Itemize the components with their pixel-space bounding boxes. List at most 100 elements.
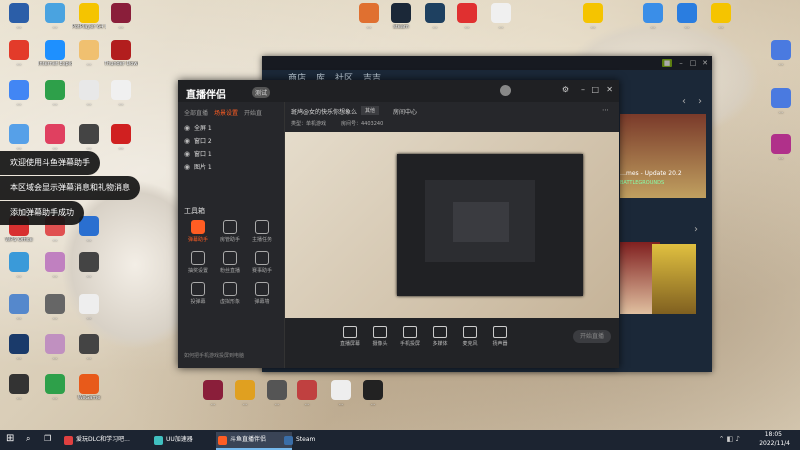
desktop-icon[interactable]: …	[704, 3, 738, 30]
desktop-icon[interactable]: …	[764, 40, 798, 67]
maximize-icon[interactable]: □	[591, 85, 599, 94]
start-live-button[interactable]: 开始直播	[573, 330, 611, 343]
desktop-icon[interactable]: …	[72, 252, 106, 279]
chevron-left-icon[interactable]: ‹	[682, 96, 686, 107]
desktop-icon[interactable]: …	[38, 374, 72, 401]
control-media[interactable]: 多媒体	[423, 326, 457, 347]
tab-start-live[interactable]: 开始直	[244, 108, 262, 117]
game-tile[interactable]	[652, 244, 696, 314]
tool-vote[interactable]: 投弹幕	[182, 282, 214, 305]
desktop-icon[interactable]: …	[38, 80, 72, 107]
clock-date[interactable]: 2022/11/4	[759, 440, 790, 447]
desktop-icon[interactable]: …	[228, 380, 262, 407]
tool-anchor-task[interactable]: 主播任务	[246, 220, 278, 243]
chevron-right-icon[interactable]: ›	[698, 96, 702, 107]
eye-icon[interactable]: ◉	[184, 150, 194, 158]
desktop-icon[interactable]: …	[670, 3, 704, 30]
douyu-streaming-window[interactable]: 直播伴侣 测试 ⚙ – □ ✕ 全部直播 场景设置 开始直 ◉ 全屏 1 ◉ 窗口 …	[178, 80, 619, 368]
control-microphone[interactable]: 麦克风	[453, 326, 487, 347]
desktop-icon[interactable]: …	[484, 3, 518, 30]
task-view-icon[interactable]: ❐	[44, 434, 51, 443]
desktop-icon[interactable]: …	[38, 3, 72, 30]
desktop-icon[interactable]: …	[290, 380, 324, 407]
avatar[interactable]	[500, 85, 511, 96]
desktop-icon[interactable]: …	[764, 88, 798, 115]
desktop-icon[interactable]: …	[72, 294, 106, 321]
desktop-icon[interactable]: …	[636, 3, 670, 30]
desktop-icon[interactable]: …	[38, 252, 72, 279]
tool-danmu-wall[interactable]: 弹幕墙	[246, 282, 278, 305]
desktop-icon[interactable]: …	[352, 3, 386, 30]
tool-match[interactable]: 赛事助手	[246, 251, 278, 274]
close-icon[interactable]: ✕	[700, 59, 710, 67]
desktop-icon[interactable]: …	[196, 380, 230, 407]
search-icon[interactable]: ⌕	[26, 434, 30, 444]
desktop-icon[interactable]: …	[2, 80, 36, 107]
desktop-icon[interactable]: …	[2, 40, 36, 67]
tool-danmu-assistant[interactable]: 弹幕助手	[182, 220, 214, 243]
control-speaker[interactable]: 扬声器	[483, 326, 517, 347]
control-phone-cast[interactable]: 手机投屏	[393, 326, 427, 347]
tool-lottery[interactable]: 抽奖设置	[182, 251, 214, 274]
desktop-icon[interactable]: WeGame	[72, 374, 106, 401]
chevron-right-icon[interactable]: ›	[694, 224, 698, 235]
desktop-icon[interactable]: …	[104, 124, 138, 151]
desktop-icon[interactable]: …	[260, 380, 294, 407]
scene-item[interactable]: ◉ 窗口 1	[178, 147, 284, 160]
desktop-icon[interactable]: …	[72, 334, 106, 361]
desktop-icon[interactable]: …	[2, 294, 36, 321]
tool-fan-live[interactable]: 粉丝直播	[214, 251, 246, 274]
desktop-icon[interactable]: …	[2, 124, 36, 151]
desktop-icon[interactable]: …	[2, 252, 36, 279]
desktop-icon[interactable]: …	[418, 3, 452, 30]
desktop-icon[interactable]: …	[324, 380, 358, 407]
steam-titlebar[interactable]: ■ – □ ✕	[262, 56, 712, 70]
douyu-titlebar[interactable]: 直播伴侣 测试 ⚙ – □ ✕	[178, 80, 619, 102]
desktop-icon[interactable]: Thunder Downloader	[104, 40, 138, 67]
desktop-icon[interactable]: Internet Explorer	[38, 40, 72, 67]
desktop-icon[interactable]: …	[356, 380, 390, 407]
desktop-icon[interactable]: …	[104, 80, 138, 107]
control-screen-capture[interactable]: 直播屏幕	[333, 326, 367, 347]
steam-notify-icon[interactable]: ■	[662, 59, 672, 67]
eye-icon[interactable]: ◉	[184, 137, 194, 145]
taskbar-item-browser[interactable]: 爱玩DLC和学习吧...	[62, 432, 162, 448]
room-title[interactable]: 斑鸠@女的快乐你想象么	[291, 107, 357, 116]
eye-icon[interactable]: ◉	[184, 163, 194, 171]
more-icon[interactable]: ⋯	[602, 106, 609, 114]
taskbar-item-uu[interactable]: UU加速器	[152, 432, 226, 448]
desktop-icon[interactable]: …	[104, 3, 138, 30]
settings-icon[interactable]: ⚙	[562, 85, 569, 94]
desktop-icon[interactable]: …	[38, 294, 72, 321]
desktop-icon[interactable]: …	[576, 3, 610, 30]
help-link[interactable]: 如何把手机游戏投屏到电脑	[184, 352, 244, 359]
eye-icon[interactable]: ◉	[184, 124, 194, 132]
scene-item[interactable]: ◉ 全屏 1	[178, 121, 284, 134]
close-icon[interactable]: ✕	[606, 85, 613, 94]
clock-time[interactable]: 18:05	[765, 431, 782, 438]
minimize-icon[interactable]: –	[581, 85, 585, 94]
taskbar-item-steam[interactable]: Steam	[282, 432, 352, 448]
scene-item[interactable]: ◉ 图片 1	[178, 160, 284, 173]
desktop-icon[interactable]: …	[38, 334, 72, 361]
room-tag[interactable]: 其他	[361, 106, 380, 115]
tab-all-live[interactable]: 全部直播	[184, 108, 208, 117]
desktop-icon[interactable]: …	[450, 3, 484, 30]
maximize-icon[interactable]: □	[688, 59, 698, 67]
start-icon[interactable]: ⊞	[6, 433, 14, 444]
desktop-icon[interactable]: …	[72, 80, 106, 107]
room-center-link[interactable]: 房间中心	[393, 107, 417, 116]
minimize-icon[interactable]: –	[676, 59, 686, 67]
desktop-icon[interactable]: …	[38, 124, 72, 151]
desktop-icon[interactable]: …	[2, 374, 36, 401]
taskbar-item-douyu[interactable]: 斗鱼直播伴侣	[216, 432, 292, 450]
tool-avatar[interactable]: 虚拟形象	[214, 282, 246, 305]
control-camera[interactable]: 摄像头	[363, 326, 397, 347]
desktop-icon[interactable]: steam	[384, 3, 418, 30]
tray-icons[interactable]: ⌃ ◧ ♪	[719, 435, 740, 443]
scene-item[interactable]: ◉ 窗口 2	[178, 134, 284, 147]
desktop-icon[interactable]: …	[764, 134, 798, 161]
tab-scene-settings[interactable]: 场景设置	[214, 108, 238, 117]
desktop-icon[interactable]: …	[72, 124, 106, 151]
desktop-icon[interactable]: …	[2, 334, 36, 361]
